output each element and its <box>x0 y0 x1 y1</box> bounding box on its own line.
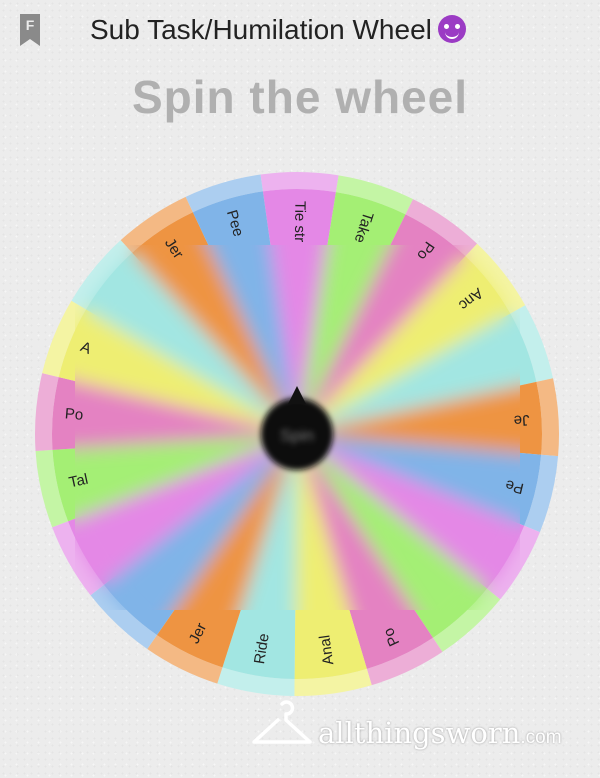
spin-button-label[interactable]: Spin <box>280 426 314 445</box>
hanger-icon <box>252 700 312 744</box>
watermark-brand: allthingsworn <box>318 716 521 750</box>
spin-wheel[interactable]: Tie str TakePoAncJePePoAnalRideJerTalPoAJ… <box>0 0 600 778</box>
wheel-segment-label: Tie str <box>291 201 308 242</box>
watermark-text: allthingsworn.com <box>318 716 562 750</box>
wheel-segment-label: Po <box>64 405 84 423</box>
watermark-suffix: .com <box>520 727 562 748</box>
wheel-segment-label: Je <box>513 411 530 429</box>
watermark: allthingsworn.com <box>250 698 590 758</box>
